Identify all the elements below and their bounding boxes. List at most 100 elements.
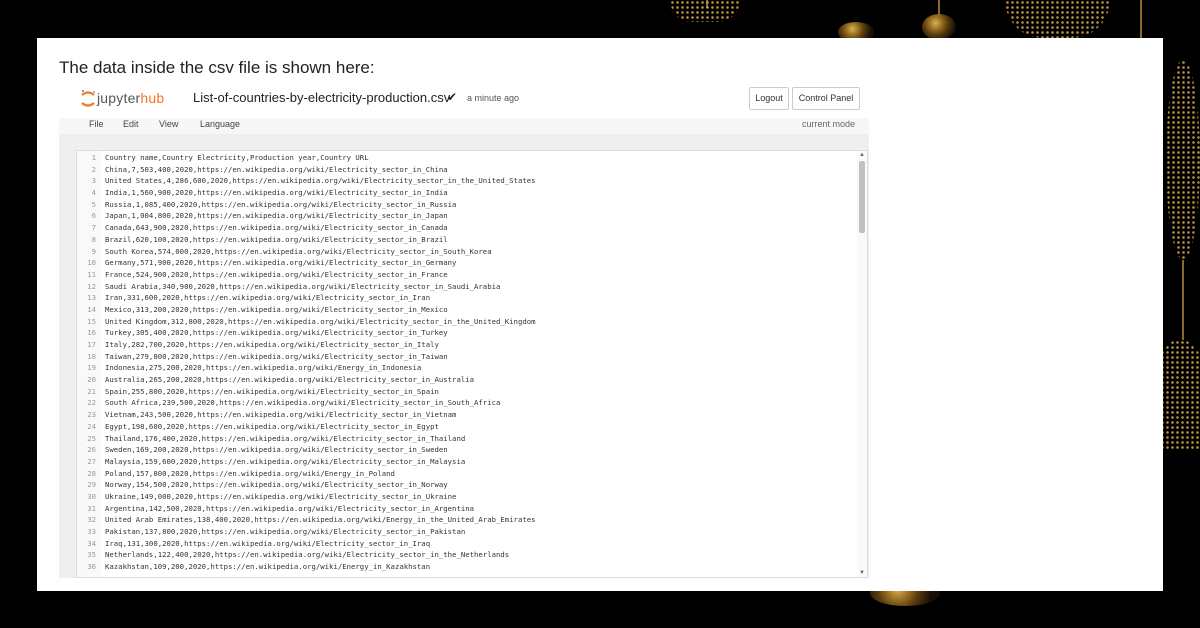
line-number: 16 bbox=[87, 328, 96, 338]
line-text: United Arab Emirates,138,400,2020,https:… bbox=[105, 515, 536, 525]
line-text: Iran,331,600,2020,https://en.wikipedia.o… bbox=[105, 293, 431, 303]
code-line[interactable]: 27 Malaysia,159,600,2020,https://en.wikip… bbox=[77, 456, 857, 468]
logo-prefix: jupyter bbox=[97, 90, 141, 106]
code-line[interactable]: 19 Indonesia,275,200,2020,https://en.wiki… bbox=[77, 362, 857, 374]
code-line[interactable]: 30 Ukraine,149,000,2020,https://en.wikipe… bbox=[77, 491, 857, 503]
control-panel-button[interactable]: Control Panel bbox=[792, 87, 860, 110]
code-line[interactable]: 8 Brazil,620,100,2020,https://en.wikipedi… bbox=[77, 234, 857, 246]
menu-edit[interactable]: Edit bbox=[123, 119, 139, 129]
line-number: 11 bbox=[87, 269, 96, 279]
code-line[interactable]: 7 Canada,643,900,2020,https://en.wikipedi… bbox=[77, 222, 857, 234]
code-line[interactable]: 15 United Kingdom,312,800,2020,https://en… bbox=[77, 316, 857, 328]
line-number: 10 bbox=[87, 258, 96, 268]
content-card: The data inside the csv file is shown he… bbox=[37, 38, 1163, 591]
code-line[interactable]: 23 Vietnam,243,500,2020,https://en.wikipe… bbox=[77, 409, 857, 421]
line-text: South Africa,239,500,2020,https://en.wik… bbox=[105, 398, 501, 408]
editor-lines: 1 Country name,Country Electricity,Produc… bbox=[77, 152, 857, 573]
line-number: 12 bbox=[87, 281, 96, 291]
line-number: 34 bbox=[87, 538, 96, 548]
line-number: 28 bbox=[87, 468, 96, 478]
code-line[interactable]: 4 India,1,560,900,2020,https://en.wikiped… bbox=[77, 187, 857, 199]
text-editor[interactable]: 1 Country name,Country Electricity,Produc… bbox=[76, 150, 868, 578]
line-text: China,7,503,400,2020,https://en.wikipedi… bbox=[105, 164, 448, 174]
line-text: Saudi Arabia,340,900,2020,https://en.wik… bbox=[105, 281, 501, 291]
logout-button[interactable]: Logout bbox=[749, 87, 789, 110]
line-text: Iraq,131,300,2020,https://en.wikipedia.o… bbox=[105, 538, 431, 548]
code-line[interactable]: 32 United Arab Emirates,138,400,2020,http… bbox=[77, 514, 857, 526]
code-line[interactable]: 35 Netherlands,122,400,2020,https://en.wi… bbox=[77, 549, 857, 561]
line-number: 3 bbox=[91, 176, 96, 186]
code-line[interactable]: 9 South Korea,574,000,2020,https://en.wik… bbox=[77, 246, 857, 258]
line-text: Brazil,620,100,2020,https://en.wikipedia… bbox=[105, 234, 448, 244]
line-text: India,1,560,900,2020,https://en.wikipedi… bbox=[105, 188, 448, 198]
line-text: Turkey,305,400,2020,https://en.wikipedia… bbox=[105, 328, 448, 338]
code-line[interactable]: 28 Poland,157,800,2020,https://en.wikiped… bbox=[77, 468, 857, 480]
line-text: Mexico,313,200,2020,https://en.wikipedia… bbox=[105, 304, 448, 314]
code-line[interactable]: 11 France,524,900,2020,https://en.wikiped… bbox=[77, 269, 857, 281]
line-text: Japan,1,004,800,2020,https://en.wikipedi… bbox=[105, 211, 448, 221]
line-text: Germany,571,900,2020,https://en.wikipedi… bbox=[105, 258, 457, 268]
line-number: 7 bbox=[91, 223, 96, 233]
code-line[interactable]: 26 Sweden,169,200,2020,https://en.wikiped… bbox=[77, 444, 857, 456]
line-number: 29 bbox=[87, 480, 96, 490]
code-line[interactable]: 25 Thailand,176,400,2020,https://en.wikip… bbox=[77, 433, 857, 445]
line-number: 2 bbox=[91, 164, 96, 174]
scroll-up-icon[interactable]: ▲ bbox=[859, 152, 865, 158]
line-text: Egypt,198,600,2020,https://en.wikipedia.… bbox=[105, 421, 439, 431]
jupyter-logo-icon bbox=[81, 90, 95, 107]
code-line[interactable]: 34 Iraq,131,300,2020,https://en.wikipedia… bbox=[77, 538, 857, 550]
line-text: Australia,265,200,2020,https://en.wikipe… bbox=[105, 375, 475, 385]
vertical-scrollbar[interactable]: ▲ ▼ bbox=[857, 151, 867, 577]
logo-text: jupyterhub bbox=[97, 90, 164, 106]
menu-file[interactable]: File bbox=[89, 119, 104, 129]
code-line[interactable]: 5 Russia,1,085,400,2020,https://en.wikipe… bbox=[77, 199, 857, 211]
line-text: Taiwan,279,800,2020,https://en.wikipedia… bbox=[105, 351, 448, 361]
code-line[interactable]: 16 Turkey,305,400,2020,https://en.wikiped… bbox=[77, 327, 857, 339]
line-text: Pakistan,137,800,2020,https://en.wikiped… bbox=[105, 527, 466, 536]
line-text: Thailand,176,400,2020,https://en.wikiped… bbox=[105, 433, 466, 443]
code-line[interactable]: 14 Mexico,313,200,2020,https://en.wikiped… bbox=[77, 304, 857, 316]
jupyter-header: jupyterhub List-of-countries-by-electric… bbox=[59, 82, 869, 119]
line-number: 31 bbox=[87, 503, 96, 513]
line-text: South Korea,574,000,2020,https://en.wiki… bbox=[105, 246, 492, 256]
code-line[interactable]: 36 Kazakhstan,109,200,2020,https://en.wik… bbox=[77, 561, 857, 573]
code-line[interactable]: 13 Iran,331,600,2020,https://en.wikipedia… bbox=[77, 292, 857, 304]
line-text: Vietnam,243,500,2020,https://en.wikipedi… bbox=[105, 410, 457, 420]
line-number: 19 bbox=[87, 363, 96, 373]
line-number: 21 bbox=[87, 386, 96, 396]
line-number: 33 bbox=[87, 527, 96, 536]
line-number: 13 bbox=[87, 293, 96, 303]
line-number: 20 bbox=[87, 375, 96, 385]
code-line[interactable]: 29 Norway,154,500,2020,https://en.wikiped… bbox=[77, 479, 857, 491]
line-text: Russia,1,085,400,2020,https://en.wikiped… bbox=[105, 199, 457, 209]
code-line[interactable]: 20 Australia,265,200,2020,https://en.wiki… bbox=[77, 374, 857, 386]
code-line[interactable]: 12 Saudi Arabia,340,900,2020,https://en.w… bbox=[77, 281, 857, 293]
code-line[interactable]: 17 Italy,282,700,2020,https://en.wikipedi… bbox=[77, 339, 857, 351]
code-line[interactable]: 2 China,7,503,400,2020,https://en.wikiped… bbox=[77, 164, 857, 176]
line-text: Sweden,169,200,2020,https://en.wikipedia… bbox=[105, 445, 448, 455]
saved-check-icon: ✔ bbox=[447, 90, 458, 104]
code-line[interactable]: 10 Germany,571,900,2020,https://en.wikipe… bbox=[77, 257, 857, 269]
code-line[interactable]: 31 Argentina,142,500,2020,https://en.wiki… bbox=[77, 503, 857, 515]
line-number: 4 bbox=[91, 188, 96, 198]
scroll-down-icon[interactable]: ▼ bbox=[859, 570, 865, 576]
code-line[interactable]: 24 Egypt,198,600,2020,https://en.wikipedi… bbox=[77, 421, 857, 433]
file-name[interactable]: List-of-countries-by-electricity-product… bbox=[193, 90, 450, 105]
menu-language[interactable]: Language bbox=[200, 119, 240, 129]
line-text: Netherlands,122,400,2020,https://en.wiki… bbox=[105, 550, 510, 560]
line-text: Country name,Country Electricity,Product… bbox=[105, 153, 369, 162]
line-text: United Kingdom,312,800,2020,https://en.w… bbox=[105, 316, 536, 326]
code-line[interactable]: 3 United States,4,286,600,2020,https://en… bbox=[77, 175, 857, 187]
code-line[interactable]: 21 Spain,255,800,2020,https://en.wikipedi… bbox=[77, 386, 857, 398]
code-line[interactable]: 1 Country name,Country Electricity,Produc… bbox=[77, 152, 857, 164]
code-line[interactable]: 33 Pakistan,137,800,2020,https://en.wikip… bbox=[77, 526, 857, 538]
scrollbar-thumb[interactable] bbox=[859, 161, 865, 233]
line-number: 27 bbox=[87, 456, 96, 466]
code-line[interactable]: 22 South Africa,239,500,2020,https://en.w… bbox=[77, 397, 857, 409]
menu-view[interactable]: View bbox=[159, 119, 178, 129]
line-number: 18 bbox=[87, 351, 96, 361]
caption-text: The data inside the csv file is shown he… bbox=[59, 58, 375, 77]
code-line[interactable]: 18 Taiwan,279,800,2020,https://en.wikiped… bbox=[77, 351, 857, 363]
jupyterhub-logo[interactable]: jupyterhub bbox=[80, 86, 166, 112]
code-line[interactable]: 6 Japan,1,004,800,2020,https://en.wikiped… bbox=[77, 210, 857, 222]
